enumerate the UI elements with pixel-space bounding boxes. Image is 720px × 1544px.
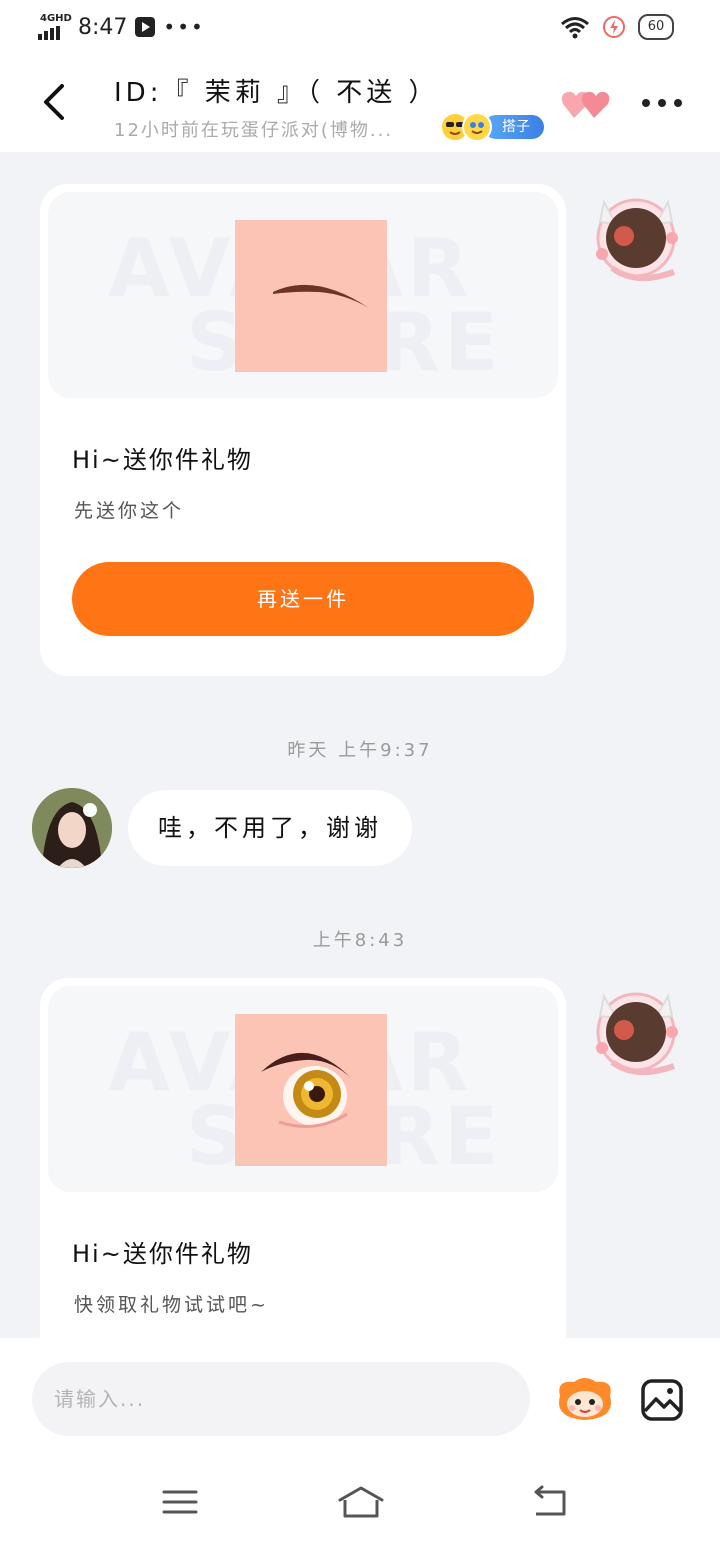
- gift-item-eye-image: [235, 1014, 387, 1166]
- send-another-button[interactable]: 再送一件: [72, 562, 534, 636]
- gift-card[interactable]: AVATAR STORE Hi~送你件礼物 先送你这个 再送一件: [40, 184, 566, 676]
- battery-indicator: 60: [638, 14, 674, 40]
- back-arrow-icon[interactable]: [528, 1484, 572, 1520]
- gift-card-description: 快领取礼物试试吧~: [74, 1294, 269, 1316]
- contact-name: ID:『 茉莉 』（ 不送 ）: [114, 78, 439, 108]
- gift-card[interactable]: AVATAR STORE Hi~送你件礼物 快领取礼物试试吧~: [40, 978, 566, 1338]
- my-avatar[interactable]: [590, 182, 686, 286]
- gift-card-title: Hi~送你件礼物: [72, 1240, 253, 1268]
- media-play-icon: [135, 17, 156, 37]
- dot: [642, 99, 650, 107]
- chat-header: ID:『 茉莉 』（ 不送 ） 12小时前在玩蛋仔派对(博物... 搭子: [0, 56, 720, 152]
- home-icon[interactable]: [336, 1484, 386, 1520]
- message-bubble[interactable]: 哇，不用了，谢谢: [128, 790, 412, 866]
- dot: [674, 99, 682, 107]
- gift-card-title: Hi~送你件礼物: [72, 446, 253, 474]
- status-left: 4GHD 8:47 •••: [38, 14, 205, 40]
- notification-dots-icon: •••: [163, 15, 205, 39]
- gift-item-eyebrow-image: [235, 220, 387, 372]
- my-avatar[interactable]: [590, 976, 686, 1080]
- back-button[interactable]: [38, 82, 72, 122]
- wifi-icon: [561, 17, 589, 39]
- contact-status: 12小时前在玩蛋仔派对(博物...: [114, 120, 394, 141]
- tag-label: 搭子: [484, 115, 544, 139]
- more-options-button[interactable]: [642, 90, 688, 116]
- contact-avatar[interactable]: [32, 788, 112, 868]
- gift-card-description: 先送你这个: [74, 500, 185, 522]
- gift-preview: AVATAR STORE: [48, 192, 558, 398]
- game-tag[interactable]: 搭子: [440, 112, 544, 142]
- dot: [658, 99, 666, 107]
- system-nav-bar: [0, 1458, 720, 1544]
- message-input-bar: [0, 1338, 720, 1458]
- chat-messages[interactable]: AVATAR STORE Hi~送你件礼物 先送你这个 再送一件 昨天 上午9:…: [0, 152, 720, 1338]
- hearts-icon[interactable]: [560, 86, 610, 122]
- timestamp: 昨天 上午9:37: [287, 740, 433, 761]
- smile-emoji-icon: [462, 112, 492, 142]
- status-right: 60: [560, 14, 674, 40]
- clock: 8:47: [78, 14, 128, 40]
- menu-icon[interactable]: [158, 1484, 202, 1520]
- message-input[interactable]: [32, 1362, 530, 1436]
- status-bar: 4GHD 8:47 ••• 60: [0, 0, 720, 56]
- image-icon[interactable]: [640, 1378, 684, 1422]
- power-saving-icon: [603, 16, 625, 38]
- sticker-mascot-icon[interactable]: [554, 1374, 616, 1424]
- signal-icon: [38, 26, 60, 40]
- network-indicator: 4GHD: [38, 13, 72, 40]
- network-label: 4GHD: [40, 13, 72, 24]
- gift-preview: AVATAR STORE: [48, 986, 558, 1192]
- timestamp: 上午8:43: [312, 930, 408, 951]
